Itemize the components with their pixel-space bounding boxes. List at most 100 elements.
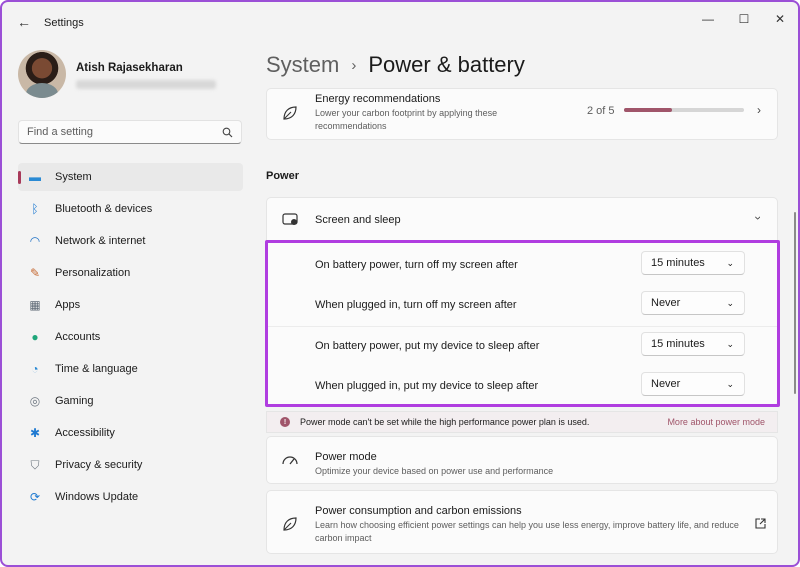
power-section-label: Power xyxy=(266,170,300,182)
profile-name: Atish Rajasekharan xyxy=(76,62,183,74)
accessibility-icon: ✱ xyxy=(29,426,41,440)
sleep-setting-row: On battery power, put my device to sleep… xyxy=(267,326,779,366)
energy-desc: Lower your carbon footprint by applying … xyxy=(315,108,498,131)
shield-icon: ⛉ xyxy=(30,457,40,472)
gamepad-icon: ◎ xyxy=(29,394,41,408)
chevron-down-icon: ⌄ xyxy=(726,297,734,308)
accounts-icon: ● xyxy=(31,330,39,344)
sidebar-item-apps[interactable]: ▦ Apps xyxy=(18,291,243,319)
page-title: Power & battery xyxy=(368,52,525,77)
error-icon: ! xyxy=(280,417,290,427)
profile-email-redacted xyxy=(76,80,216,89)
power-mode-warning: ! Power mode can't be set while the high… xyxy=(266,411,778,433)
update-icon: ⟳ xyxy=(29,490,41,504)
search-icon xyxy=(222,127,233,137)
system-icon: ▬ xyxy=(29,170,41,184)
dropdown-value: 15 minutes xyxy=(651,257,705,269)
sidebar-item-label: Bluetooth & devices xyxy=(55,203,153,215)
screen-and-sleep-title: Screen and sleep xyxy=(315,214,401,226)
energy-title: Energy recommendations xyxy=(315,93,441,105)
divider xyxy=(267,326,777,327)
sleep-setting-row: When plugged in, put my device to sleep … xyxy=(267,366,779,406)
timeout-dropdown[interactable]: 15 minutes ⌄ xyxy=(641,251,745,275)
avatar xyxy=(18,50,66,98)
chevron-up-icon: ‹ xyxy=(750,216,764,220)
leaf-icon xyxy=(283,106,297,120)
setting-label: When plugged in, turn off my screen afte… xyxy=(315,299,517,311)
chevron-down-icon: ⌄ xyxy=(726,378,734,389)
settings-window: ← Settings — ☐ ✕ Atish Rajasekharan Find… xyxy=(0,0,800,567)
brush-icon: ✎ xyxy=(29,266,41,280)
breadcrumb-root[interactable]: System xyxy=(266,52,339,78)
bluetooth-icon: ᛒ xyxy=(31,202,39,216)
power-mode-desc: Optimize your device based on power use … xyxy=(315,466,554,476)
sidebar-item-privacy-security[interactable]: ⛉ Privacy & security xyxy=(18,451,243,479)
sidebar-item-system[interactable]: ▬ System xyxy=(18,163,243,191)
sidebar-item-personalization[interactable]: ✎ Personalization xyxy=(18,259,243,287)
power-mode-card[interactable]: Power mode Optimize your device based on… xyxy=(266,436,778,484)
power-consumption-desc: Learn how choosing efficient power setti… xyxy=(315,520,739,543)
timeout-dropdown[interactable]: Never ⌄ xyxy=(641,291,745,315)
chevron-down-icon: ⌄ xyxy=(726,338,734,349)
screen-sleep-icon xyxy=(282,213,298,225)
screen-and-sleep-card: Screen and sleep ‹ On battery power, tur… xyxy=(266,197,778,407)
sidebar-item-accounts[interactable]: ● Accounts xyxy=(18,323,243,351)
breadcrumb-separator: › xyxy=(351,56,357,74)
setting-label: On battery power, put my device to sleep… xyxy=(315,340,540,352)
sidebar-item-label: Gaming xyxy=(55,395,94,407)
sidebar-item-windows-update[interactable]: ⟳ Windows Update xyxy=(18,483,243,511)
globe-clock-icon: ◔ xyxy=(31,362,39,376)
setting-label: On battery power, turn off my screen aft… xyxy=(315,259,518,271)
apps-icon: ▦ xyxy=(29,298,41,312)
screen-and-sleep-header[interactable]: Screen and sleep ‹ xyxy=(267,198,777,240)
setting-label: When plugged in, put my device to sleep … xyxy=(315,380,539,392)
sidebar-item-label: Network & internet xyxy=(55,235,146,247)
sidebar-item-label: Windows Update xyxy=(55,491,139,503)
sidebar-item-label: Accessibility xyxy=(55,427,115,439)
sidebar-nav: ▬ System ᛒ Bluetooth & devices ◠ Network & in… xyxy=(18,163,243,515)
back-arrow-icon: ← xyxy=(17,14,31,30)
sidebar-item-bluetooth-devices[interactable]: ᛒ Bluetooth & devices xyxy=(18,195,243,223)
sidebar-item-network-internet[interactable]: ◠ Network & internet xyxy=(18,227,243,255)
wifi-icon: ◠ xyxy=(29,234,41,248)
sidebar-item-label: System xyxy=(55,171,92,183)
divider xyxy=(267,240,777,241)
sidebar-item-gaming[interactable]: ◎ Gaming xyxy=(18,387,243,415)
scrollbar[interactable] xyxy=(794,212,796,394)
search-input[interactable]: Find a setting xyxy=(18,120,242,144)
gauge-icon xyxy=(282,456,298,465)
user-profile[interactable]: Atish Rajasekharan xyxy=(18,50,248,100)
sleep-setting-row: On battery power, turn off my screen aft… xyxy=(267,245,779,285)
app-title: Settings xyxy=(44,17,84,29)
power-mode-title: Power mode xyxy=(315,451,377,463)
sidebar-item-label: Personalization xyxy=(55,267,131,279)
timeout-dropdown[interactable]: Never ⌄ xyxy=(641,372,745,396)
sidebar-item-time-language[interactable]: ◔ Time & language xyxy=(18,355,243,383)
main-content: System › Power & battery Energy recommen… xyxy=(265,2,780,565)
dropdown-value: Never xyxy=(651,378,681,390)
chevron-down-icon: ⌄ xyxy=(726,257,734,268)
open-external-icon xyxy=(755,518,766,529)
back-button[interactable]: ← xyxy=(10,10,38,34)
power-consumption-card[interactable]: Power consumption and carbon emissions L… xyxy=(266,490,778,554)
dropdown-value: 15 minutes xyxy=(651,338,705,350)
warning-text: Power mode can't be set while the high p… xyxy=(300,417,590,427)
power-consumption-title: Power consumption and carbon emissions xyxy=(315,505,522,517)
leaf-icon xyxy=(283,517,297,531)
dropdown-value: Never xyxy=(651,297,681,309)
energy-progress-fill xyxy=(624,108,672,112)
breadcrumb: System › Power & battery xyxy=(266,52,525,78)
timeout-dropdown[interactable]: 15 minutes ⌄ xyxy=(641,332,745,356)
search-placeholder: Find a setting xyxy=(27,126,94,138)
sleep-setting-row: When plugged in, turn off my screen afte… xyxy=(267,285,779,325)
sidebar-item-label: Apps xyxy=(55,299,81,311)
sidebar-item-label: Time & language xyxy=(55,363,138,375)
sidebar-item-label: Privacy & security xyxy=(55,459,143,471)
sidebar-item-label: Accounts xyxy=(55,331,101,343)
energy-recommendations-card[interactable]: Energy recommendations Lower your carbon… xyxy=(266,88,778,140)
energy-progress-bar xyxy=(624,108,744,112)
chevron-right-icon: › xyxy=(757,103,761,117)
energy-progress-text: 2 of 5 xyxy=(587,105,615,117)
more-about-power-mode-link[interactable]: More about power mode xyxy=(667,417,765,427)
sidebar-item-accessibility[interactable]: ✱ Accessibility xyxy=(18,419,243,447)
